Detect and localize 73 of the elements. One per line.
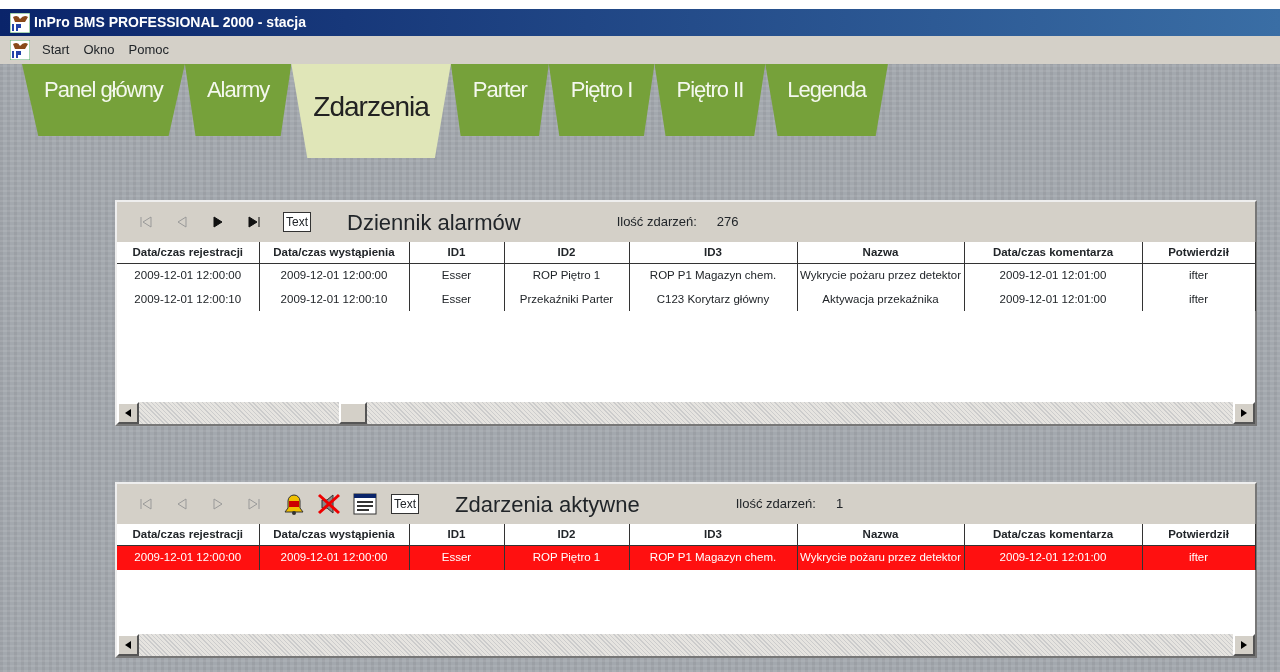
event-count: 1 bbox=[835, 495, 844, 514]
menu-item[interactable]: Pomoc bbox=[126, 40, 171, 60]
table-cell: ROP P1 Magazyn chem. bbox=[629, 263, 797, 288]
tab[interactable]: Zdarzenia bbox=[291, 64, 451, 158]
table-cell: C123 Korytarz główny bbox=[629, 287, 797, 311]
table-cell: Wykrycie pożaru przez detektor bbox=[797, 545, 964, 570]
window-title: InPro BMS PROFESSIONAL 2000 - stacja bbox=[34, 13, 307, 32]
table-cell: 2009-12-01 12:00:00 bbox=[259, 263, 409, 288]
scroll-thumb[interactable] bbox=[339, 402, 367, 424]
right-arrow-icon bbox=[1241, 409, 1247, 417]
horizontal-scrollbar[interactable] bbox=[117, 402, 1255, 424]
app-logo-icon bbox=[10, 40, 30, 60]
event-count-label: Ilość zdarzeń: bbox=[735, 495, 816, 514]
table-cell: ifter bbox=[1142, 287, 1255, 311]
table-cell: Przekaźniki Parter bbox=[504, 287, 629, 311]
filter-field[interactable]: Text bbox=[391, 494, 419, 514]
scroll-right-button[interactable] bbox=[1233, 634, 1255, 656]
column-header[interactable]: Data/czas wystąpienia bbox=[259, 242, 409, 264]
scroll-right-button[interactable] bbox=[1233, 402, 1255, 424]
table-cell: Esser bbox=[409, 287, 504, 311]
first-record-icon bbox=[138, 214, 154, 230]
last-record-icon bbox=[246, 214, 262, 230]
first-record-icon bbox=[138, 496, 154, 512]
panel-title: Zdarzenia aktywne bbox=[455, 490, 640, 519]
column-header[interactable]: Data/czas rejestracji bbox=[117, 242, 259, 264]
table-cell: ROP P1 Magazyn chem. bbox=[629, 545, 797, 570]
scroll-left-button[interactable] bbox=[117, 634, 139, 656]
scroll-left-button[interactable] bbox=[117, 402, 139, 424]
column-header[interactable]: Nazwa bbox=[797, 242, 964, 264]
column-header[interactable]: Potwierdził bbox=[1142, 242, 1255, 264]
last-record-icon bbox=[246, 496, 262, 512]
table-cell: Wykrycie pożaru przez detektor bbox=[797, 263, 964, 288]
menu-item[interactable]: Okno bbox=[81, 40, 117, 60]
table-cell: Esser bbox=[409, 545, 504, 570]
left-arrow-icon bbox=[125, 641, 131, 649]
table-cell: ROP Piętro 1 bbox=[504, 545, 629, 570]
column-header[interactable]: ID2 bbox=[504, 242, 629, 264]
column-header[interactable]: ID2 bbox=[504, 524, 629, 546]
column-header[interactable]: Nazwa bbox=[797, 524, 964, 546]
right-arrow-icon bbox=[1241, 641, 1247, 649]
table-cell: Esser bbox=[409, 263, 504, 288]
column-header[interactable]: ID3 bbox=[629, 524, 797, 546]
event-count: 276 bbox=[716, 213, 739, 232]
list-icon[interactable] bbox=[353, 492, 377, 516]
horizontal-scrollbar[interactable] bbox=[117, 634, 1255, 656]
table-cell: ROP Piętro 1 bbox=[504, 263, 629, 288]
column-header[interactable]: ID1 bbox=[409, 524, 504, 546]
table-cell: 2009-12-01 12:00:00 bbox=[117, 545, 259, 570]
table-cell: 2009-12-01 12:00:10 bbox=[117, 287, 259, 311]
column-header[interactable]: ID1 bbox=[409, 242, 504, 264]
table-cell: 2009-12-01 12:01:00 bbox=[964, 287, 1142, 311]
panel-title: Dziennik alarmów bbox=[347, 208, 521, 237]
table-cell: 2009-12-01 12:00:10 bbox=[259, 287, 409, 311]
column-header[interactable]: Data/czas komentarza bbox=[964, 242, 1142, 264]
column-header[interactable]: Data/czas komentarza bbox=[964, 524, 1142, 546]
table-cell: 2009-12-01 12:00:00 bbox=[117, 263, 259, 288]
table-cell: ifter bbox=[1142, 545, 1255, 570]
menu-item[interactable]: Start bbox=[40, 40, 72, 60]
filter-field[interactable]: Text bbox=[283, 212, 311, 232]
event-count-label: Ilość zdarzeń: bbox=[616, 213, 697, 232]
table-cell: 2009-12-01 12:01:00 bbox=[964, 263, 1142, 288]
bell-icon[interactable] bbox=[281, 492, 305, 516]
column-header[interactable]: ID3 bbox=[629, 242, 797, 264]
table-cell: Aktywacja przekaźnika bbox=[797, 287, 964, 311]
column-header[interactable]: Data/czas wystąpienia bbox=[259, 524, 409, 546]
column-header[interactable]: Potwierdził bbox=[1142, 524, 1255, 546]
column-header[interactable]: Data/czas rejestracji bbox=[117, 524, 259, 546]
table-cell: 2009-12-01 12:00:00 bbox=[259, 545, 409, 570]
table-cell: ifter bbox=[1142, 263, 1255, 288]
left-arrow-icon bbox=[125, 409, 131, 417]
cross-icon[interactable] bbox=[317, 492, 341, 516]
table-cell: 2009-12-01 12:01:00 bbox=[964, 545, 1142, 570]
app-logo-icon bbox=[10, 12, 30, 33]
